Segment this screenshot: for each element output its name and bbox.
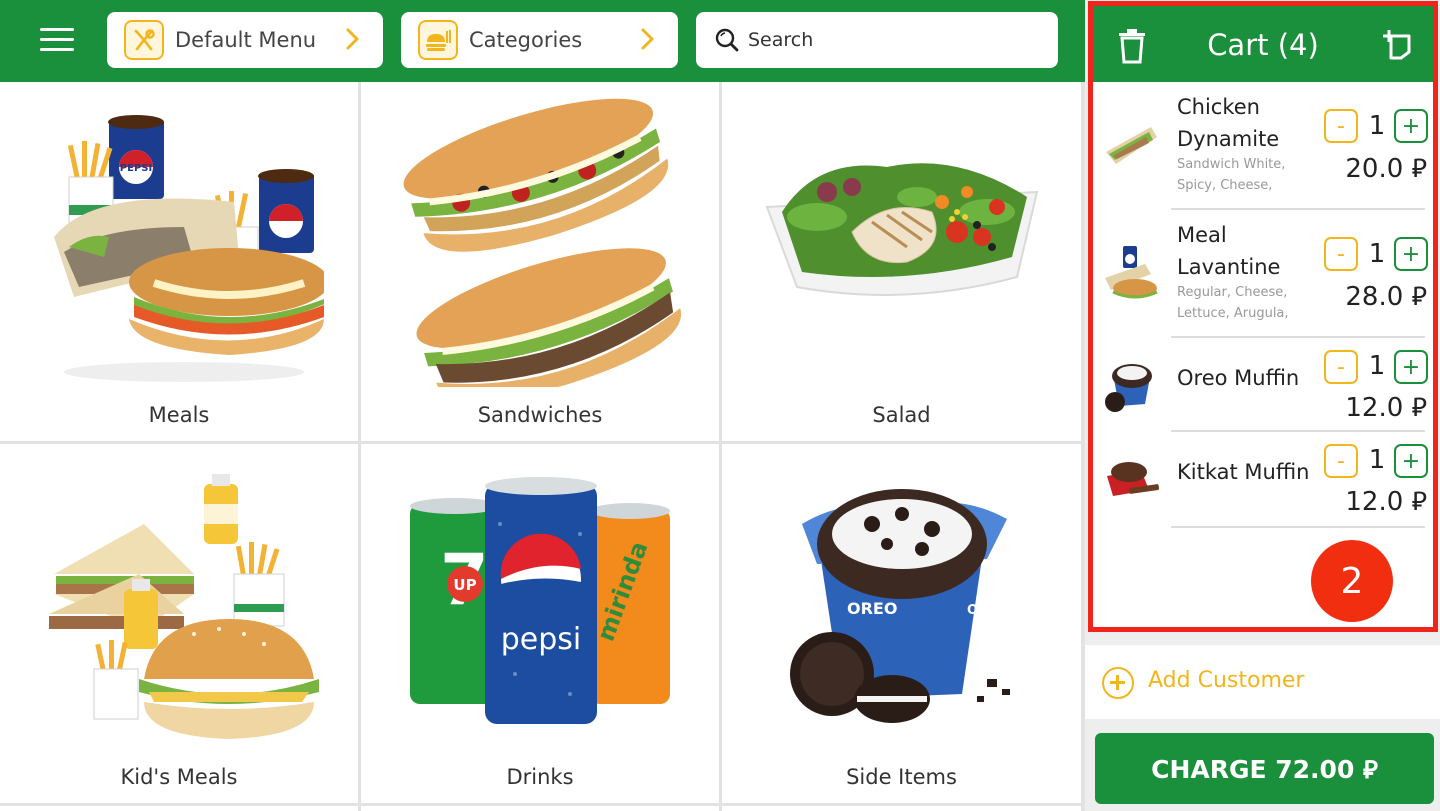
cart-item[interactable]: Meal Lavantine Regular, Cheese, Lettuce,… <box>1093 210 1433 338</box>
category-tile-sandwiches[interactable]: Sandwiches <box>361 82 719 441</box>
add-note-icon[interactable] <box>1383 28 1413 60</box>
increase-qty-button[interactable]: + <box>1394 237 1428 271</box>
muffin-image: OREO OREO <box>722 444 1081 754</box>
divider <box>1171 526 1425 528</box>
item-price: 20.0 ⃁ <box>1345 154 1427 184</box>
drink-cans-image: 7 UP mirinda pepsi <box>361 444 719 754</box>
svg-text:PEPSI: PEPSI <box>120 163 152 174</box>
item-name: Meal Lavantine <box>1177 223 1281 279</box>
item-modifiers: Sandwich White, Spicy, Cheese, <box>1177 157 1286 193</box>
category-tile-partial[interactable] <box>722 806 1081 811</box>
meal-thumbnail <box>1105 246 1158 299</box>
cart-item[interactable]: Kitkat Muffin - 1 + 12.0 ⃁ <box>1093 432 1433 528</box>
category-label: Side Items <box>846 765 957 789</box>
item-price: 12.0 ⃁ <box>1345 393 1427 423</box>
item-name: Kitkat Muffin <box>1177 460 1310 484</box>
category-label: Sandwiches <box>477 403 603 427</box>
cart-highlight-box: Cart (4) Chicken Dynamite Sandwich White… <box>1088 1 1438 632</box>
increase-qty-button[interactable]: + <box>1394 350 1428 384</box>
item-name: Chicken Dynamite <box>1177 95 1280 151</box>
svg-text:OREO: OREO <box>847 599 897 618</box>
add-customer-button[interactable]: Add Customer <box>1085 645 1440 719</box>
category-tile-partial[interactable] <box>361 806 719 811</box>
svg-text:OREO: OREO <box>967 603 1008 618</box>
svg-text:pepsi: pepsi <box>501 622 582 657</box>
sandwiches-image <box>361 82 719 392</box>
increase-qty-button[interactable]: + <box>1394 109 1428 143</box>
fork-spoon-icon <box>124 20 164 60</box>
increase-qty-button[interactable]: + <box>1394 444 1428 478</box>
item-quantity: 1 <box>1368 239 1386 269</box>
item-price: 12.0 ⃁ <box>1345 487 1427 517</box>
decrease-qty-button[interactable]: - <box>1324 444 1358 478</box>
decrease-qty-button[interactable]: - <box>1324 237 1358 271</box>
item-quantity: 1 <box>1368 445 1386 475</box>
salad-image <box>722 82 1081 392</box>
category-label: Kid's Meals <box>120 765 238 789</box>
decrease-qty-button[interactable]: - <box>1324 350 1358 384</box>
chevron-right-icon <box>346 28 359 50</box>
item-name: Oreo Muffin <box>1177 366 1300 390</box>
item-price: 28.0 ⃁ <box>1345 282 1427 312</box>
category-label: Drinks <box>506 765 574 789</box>
wrap-thumbnail <box>1106 127 1157 164</box>
search-icon <box>715 28 739 52</box>
cart-header: Cart (4) <box>1093 6 1433 82</box>
kids-meal-image <box>0 444 358 754</box>
burger-fries-icon <box>418 20 458 60</box>
category-tile-partial[interactable] <box>0 806 358 811</box>
search-bar[interactable] <box>696 12 1058 68</box>
cart-title: Cart (4) <box>1207 28 1319 62</box>
category-tile-side-items[interactable]: OREO OREO Side Items <box>722 444 1081 803</box>
category-tile-salad[interactable]: Salad <box>722 82 1081 441</box>
annotation-number-badge: 2 <box>1311 540 1393 622</box>
item-quantity: 1 <box>1368 351 1386 381</box>
kitkat-muffin-thumbnail <box>1107 462 1160 496</box>
pos-screen: Default Menu Categories Search PEPSI Mea… <box>0 0 1440 811</box>
category-tile-kids-meals[interactable]: Kid's Meals <box>0 444 358 803</box>
category-label: Meals <box>148 403 210 427</box>
charge-button[interactable]: CHARGE 72.00 ⃁ <box>1095 733 1434 804</box>
item-modifiers: Regular, Cheese, Lettuce, Arugula, <box>1177 285 1289 321</box>
default-menu-selector[interactable]: Default Menu <box>107 12 383 68</box>
cart-item[interactable]: Chicken Dynamite Sandwich White, Spicy, … <box>1093 82 1433 210</box>
categories-label: Categories <box>469 28 583 52</box>
category-tile-meals[interactable]: PEPSI Meals <box>0 82 358 441</box>
svg-text:UP: UP <box>453 576 476 594</box>
default-menu-label: Default Menu <box>175 28 317 52</box>
category-tile-drinks[interactable]: 7 UP mirinda pepsi Drinks <box>361 444 719 803</box>
item-quantity: 1 <box>1368 111 1386 141</box>
category-grid: PEPSI Meals Sandwiches Salad Kid's Meals… <box>0 82 1085 811</box>
top-bar: Default Menu Categories <box>0 0 1085 82</box>
add-customer-label: Add Customer <box>1148 668 1305 693</box>
oreo-muffin-thumbnail <box>1105 364 1152 412</box>
decrease-qty-button[interactable]: - <box>1324 109 1358 143</box>
hamburger-menu-icon[interactable] <box>40 28 74 54</box>
cart-item[interactable]: Oreo Muffin - 1 + 12.0 ⃁ <box>1093 338 1433 432</box>
meal-combo-image: PEPSI <box>0 82 358 392</box>
categories-selector[interactable]: Categories <box>401 12 678 68</box>
category-label: Salad <box>872 403 931 427</box>
plus-circle-icon <box>1102 667 1134 699</box>
search-input[interactable] <box>748 29 1038 51</box>
chevron-right-icon <box>641 28 654 50</box>
